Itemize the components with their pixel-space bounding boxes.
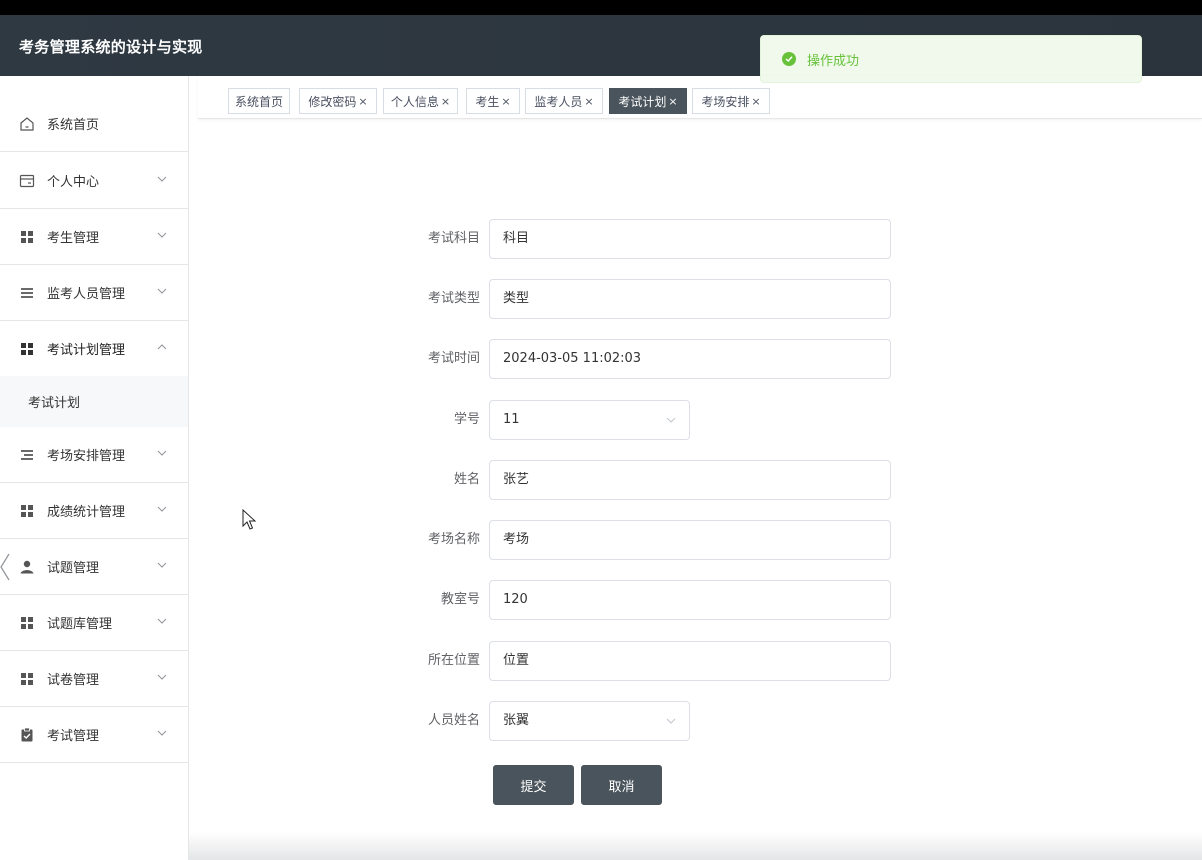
sidebar-item-invigilator-management[interactable]: 监考人员管理 (0, 265, 188, 321)
submit-button[interactable]: 提交 (493, 765, 574, 805)
name-input[interactable]: 张艺 (489, 460, 891, 500)
sidebar-item-label: 考生管理 (47, 231, 100, 246)
chevron-down-icon (157, 176, 167, 182)
chevron-down-icon (666, 417, 676, 423)
window-top-strip (0, 0, 1202, 15)
chevron-down-icon (157, 232, 167, 238)
close-icon[interactable]: × (751, 95, 760, 108)
location-label: 所在位置 (427, 653, 480, 668)
grid-icon (19, 615, 35, 631)
tab-label: 个人信息 (390, 94, 439, 109)
sidebar-item-exam-management[interactable]: 考试管理 (0, 707, 188, 763)
close-icon[interactable]: × (668, 95, 677, 108)
sidebar-item-label: 个人中心 (47, 175, 100, 190)
list-icon (19, 285, 35, 301)
sidebar-collapse-arrow-icon[interactable] (0, 552, 12, 582)
chevron-down-icon (157, 450, 167, 456)
staff-name-value: 张翼 (503, 713, 530, 728)
sidebar-item-question-bank-management[interactable]: 试题库管理 (0, 595, 188, 651)
tab-label: 系统首页 (234, 94, 283, 109)
close-icon[interactable]: × (358, 95, 367, 108)
sidebar-item-label: 考场安排管理 (47, 449, 126, 464)
sidebar-item-examinee-management[interactable]: 考生管理 (0, 209, 188, 265)
sidebar-item-label: 考试管理 (47, 729, 100, 744)
exam-type-label: 考试类型 (427, 291, 480, 306)
sidebar-item-label: 系统首页 (47, 118, 100, 133)
location-input[interactable]: 位置 (489, 641, 891, 681)
sidebar-item-score-statistics[interactable]: 成绩统计管理 (0, 483, 188, 539)
chevron-down-icon (157, 730, 167, 736)
exam-subject-input[interactable]: 科目 (489, 219, 891, 259)
tab-examinee[interactable]: 考生 × (466, 88, 520, 114)
cancel-button[interactable]: 取消 (581, 765, 662, 805)
tab-label: 修改密码 (308, 94, 357, 109)
staff-name-select[interactable]: 张翼 (489, 701, 690, 741)
sidebar-item-question-management[interactable]: 试题管理 (0, 539, 188, 595)
chevron-down-icon (157, 618, 167, 624)
close-icon[interactable]: × (441, 95, 450, 108)
close-icon[interactable]: × (584, 95, 593, 108)
classroom-no-label: 教室号 (440, 592, 480, 607)
tab-exam-plan[interactable]: 考试计划 × (609, 88, 687, 114)
sidebar-item-paper-management[interactable]: 试卷管理 (0, 651, 188, 707)
tab-change-password[interactable]: 修改密码 × (299, 88, 377, 114)
student-id-label: 学号 (453, 412, 480, 427)
student-id-select[interactable]: 11 (489, 400, 690, 440)
classroom-no-input[interactable]: 120 (489, 580, 891, 620)
grid-icon (19, 341, 35, 357)
card-icon (19, 173, 35, 189)
exam-time-input[interactable]: 2024-03-05 11:02:03 (489, 339, 891, 379)
venue-name-label: 考场名称 (427, 532, 480, 547)
chevron-down-icon (157, 288, 167, 294)
sidebar-item-label: 监考人员管理 (47, 287, 126, 302)
mouse-cursor-icon (242, 509, 256, 530)
sidebar-item-exam-plan-management[interactable]: 考试计划管理 (0, 321, 188, 377)
user-icon (19, 559, 35, 575)
chevron-down-icon (157, 674, 167, 680)
sidebar: 系统首页 个人中心 考生管理 监考人员管理 考试计划管理 考试计划 考场安排管理… (0, 76, 189, 860)
sidebar-item-label: 试卷管理 (47, 673, 100, 688)
exam-type-input[interactable]: 类型 (489, 279, 891, 319)
chevron-down-icon (157, 506, 167, 512)
staff-name-label: 人员姓名 (427, 713, 480, 728)
chevron-up-icon (157, 344, 167, 350)
sidebar-item-personal-center[interactable]: 个人中心 (0, 153, 188, 209)
check-circle-icon (782, 52, 796, 66)
exam-subject-label: 考试科目 (427, 231, 480, 246)
tab-label: 监考人员 (534, 94, 583, 109)
exam-time-label: 考试时间 (427, 351, 480, 366)
grid-icon (19, 503, 35, 519)
tab-home[interactable]: 系统首页 (228, 88, 290, 114)
student-id-value: 11 (503, 412, 520, 427)
clipboard-check-icon (19, 727, 35, 743)
tab-invigilator[interactable]: 监考人员 × (525, 88, 603, 114)
sidebar-item-label: 成绩统计管理 (47, 505, 126, 520)
close-icon[interactable]: × (501, 95, 510, 108)
tab-venue-arrangement[interactable]: 考场安排 × (692, 88, 770, 114)
venue-name-input[interactable]: 考场 (489, 520, 891, 560)
app-title: 考务管理系统的设计与实现 (19, 38, 203, 56)
tabs-bar: 系统首页 修改密码 × 个人信息 × 考生 × 监考人员 × 考试计划 × 考场… (198, 76, 1202, 119)
tab-label: 考试计划 (618, 94, 667, 109)
submenu-item-exam-plan[interactable]: 考试计划 (0, 376, 188, 427)
sidebar-item-home[interactable]: 系统首页 (0, 96, 188, 152)
toast-message: 操作成功 (807, 53, 860, 69)
grid-icon (19, 671, 35, 687)
sidebar-item-label: 考试计划管理 (47, 343, 126, 358)
chevron-down-icon (157, 562, 167, 568)
bottom-shade (189, 832, 1202, 860)
grid-icon (19, 229, 35, 245)
sidebar-item-label: 试题库管理 (47, 617, 113, 632)
name-label: 姓名 (453, 472, 480, 487)
list-icon (19, 447, 35, 463)
home-icon (19, 116, 35, 132)
tab-personal-info[interactable]: 个人信息 × (383, 88, 458, 114)
tab-label: 考场安排 (701, 94, 750, 109)
sidebar-item-venue-arrangement[interactable]: 考场安排管理 (0, 427, 188, 483)
submenu-item-label: 考试计划 (28, 396, 81, 411)
tab-label: 考生 (475, 94, 500, 109)
chevron-down-icon (666, 718, 676, 724)
sidebar-item-label: 试题管理 (47, 561, 100, 576)
